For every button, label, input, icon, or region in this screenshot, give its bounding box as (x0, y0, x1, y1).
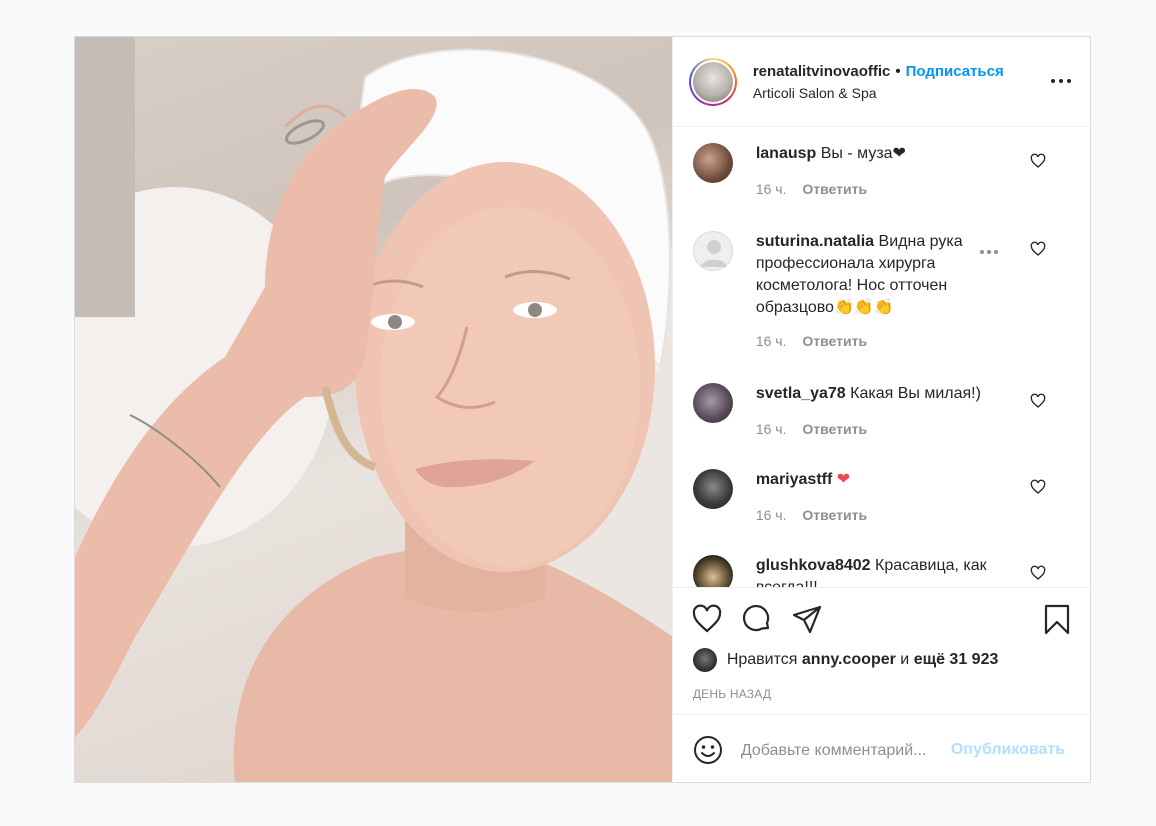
author-avatar[interactable] (688, 57, 737, 106)
selfie-illustration (75, 37, 672, 782)
liker-username[interactable]: anny.cooper (802, 651, 896, 669)
author-username[interactable]: renatalitvinovaoffic (753, 63, 891, 80)
avatar[interactable] (692, 469, 733, 509)
heart-icon[interactable] (1030, 565, 1046, 581)
publish-button[interactable]: Опубликовать (951, 741, 1065, 759)
comment-time: 16 ч. (755, 181, 787, 197)
likes-conj: и (900, 651, 910, 668)
ellipsis-icon[interactable] (979, 249, 999, 255)
comment-text: Какая Вы милая!) (850, 385, 981, 402)
location-link[interactable]: Articoli Salon & Spa (753, 85, 1074, 101)
likes-count[interactable]: ещё 31 923 (914, 651, 999, 669)
heart-icon[interactable] (1030, 393, 1046, 409)
post-header: renatalitvinovaoffic • Подписаться Artic… (672, 37, 1090, 127)
bookmark-icon[interactable] (1041, 603, 1073, 635)
heart-icon[interactable] (1030, 153, 1046, 169)
avatar[interactable] (692, 143, 733, 183)
comment-username[interactable]: mariyastff (756, 471, 832, 488)
reply-button[interactable]: Ответить (802, 333, 867, 349)
comment-time: 16 ч. (755, 421, 787, 437)
reply-button[interactable]: Ответить (802, 421, 867, 437)
likes-prefix: Нравится (726, 651, 798, 668)
ellipsis-icon[interactable] (1050, 73, 1072, 89)
avatar[interactable] (692, 648, 717, 672)
post-dialog: renatalitvinovaoffic • Подписаться Artic… (74, 36, 1091, 783)
post-date[interactable]: ДЕНЬ НАЗАД (693, 687, 771, 701)
comment-item: mariyastff ❤ 16 ч. Ответить (689, 469, 1074, 539)
comment-text: Вы - муза❤ (820, 145, 906, 162)
comment-input[interactable] (740, 739, 946, 763)
separator-dot: • (895, 62, 901, 80)
comment-text: ❤ (836, 471, 851, 488)
follow-button[interactable]: Подписаться (906, 63, 1004, 80)
post-photo[interactable] (75, 37, 672, 782)
comment-username[interactable]: svetla_ya78 (756, 385, 846, 402)
add-comment-bar: Опубликовать (672, 714, 1090, 782)
comment-item: svetla_ya78 Какая Вы милая!) 16 ч. Ответ… (689, 383, 1074, 453)
comment-time: 16 ч. (755, 507, 787, 523)
comment-time: 16 ч. (755, 333, 787, 349)
comment-item: glushkova8402 Красавица, как всегда!!! (689, 555, 1074, 587)
likes-summary[interactable]: Нравится anny.cooper и ещё 31 923 (692, 648, 999, 672)
comment-username[interactable]: suturina.natalia (756, 233, 874, 250)
comments-list[interactable]: lanausp Вы - муза❤ 16 ч. Ответить suturi… (673, 127, 1090, 587)
paper-plane-icon[interactable] (791, 603, 823, 635)
post-actions: Нравится anny.cooper и ещё 31 923 ДЕНЬ Н… (672, 587, 1090, 714)
avatar[interactable] (692, 231, 733, 271)
comment-username[interactable]: glushkova8402 (756, 557, 871, 574)
avatar[interactable] (692, 383, 733, 423)
heart-icon[interactable] (691, 603, 723, 635)
reply-button[interactable]: Ответить (802, 181, 867, 197)
comment-item: suturina.natalia Видна рука профессионал… (689, 231, 1074, 361)
heart-icon[interactable] (1030, 241, 1046, 257)
avatar[interactable] (692, 555, 733, 587)
heart-icon[interactable] (1030, 479, 1046, 495)
smile-icon[interactable] (693, 735, 723, 765)
comment-bubble-icon[interactable] (741, 603, 773, 635)
reply-button[interactable]: Ответить (802, 507, 867, 523)
comment-username[interactable]: lanausp (756, 145, 816, 162)
post-side-panel: renatalitvinovaoffic • Подписаться Artic… (671, 37, 1090, 782)
comment-item: lanausp Вы - муза❤ 16 ч. Ответить (689, 143, 1074, 213)
